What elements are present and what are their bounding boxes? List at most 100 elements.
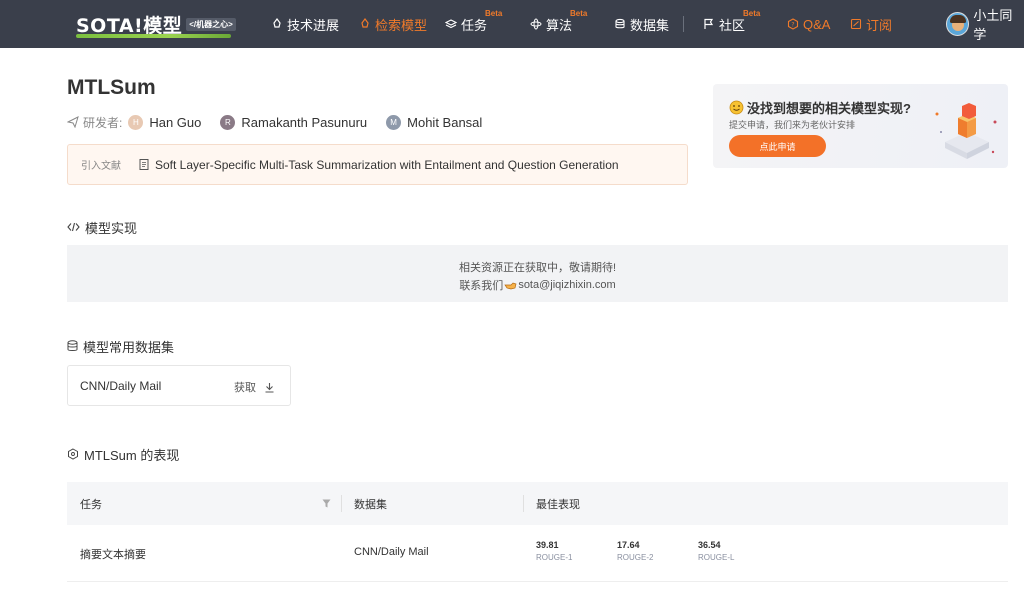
author-item[interactable]: M Mohit Bansal (386, 114, 483, 130)
request-promo-card: 没找到想要的相关模型实现? 提交申请，我们来为老伙计安排 点此申请 (713, 84, 1008, 168)
paper-plane-icon (67, 116, 79, 128)
table-row[interactable]: 摘要文本摘要 CNN/Daily Mail 39.81 ROUGE-1 17.6… (67, 525, 1008, 582)
dataset-cell[interactable]: CNN/Daily Mail (354, 546, 429, 558)
section-title-text: 模型常用数据集 (83, 339, 175, 355)
rocket-icon (361, 18, 369, 28)
datasets-section-title: 模型常用数据集 (67, 338, 175, 355)
nav-label: 订阅 (866, 17, 893, 33)
nav-label: 算法 (546, 17, 573, 33)
metric-item: 17.64 ROUGE-2 (617, 540, 653, 562)
svg-text:?: ? (791, 21, 794, 28)
page-title: MTLSum (67, 76, 156, 99)
top-navbar: SOTA!模型 </机器之心> 技术进展 检索模型 任务 Beta 算法 Bet… (0, 0, 1024, 48)
nav-label: 检索模型 (375, 17, 428, 33)
promo-title-text: 没找到想要的相关模型实现? (747, 101, 911, 116)
pointing-hand-icon (504, 282, 517, 289)
nav-algorithms[interactable]: 算法 (530, 0, 572, 48)
download-icon (265, 382, 274, 393)
database-icon (67, 340, 78, 351)
performance-section-title: MTLSum 的表现 (67, 446, 180, 463)
contact-email-link[interactable]: sota@jiqizhixin.com (518, 279, 615, 291)
code-icon (67, 222, 80, 232)
question-icon: ? (787, 18, 799, 30)
metric-name: ROUGE-1 (536, 553, 573, 562)
atom-icon (530, 18, 542, 30)
document-icon (139, 159, 149, 170)
contact-prefix: 联系我们 (459, 280, 504, 292)
metric-value: 17.64 (617, 540, 640, 550)
beta-badge: Beta (485, 9, 503, 18)
nav-tasks[interactable]: 任务 (445, 0, 487, 48)
rocket-icon (273, 18, 281, 28)
metric-name: ROUGE-2 (617, 553, 654, 562)
citation-box: 引入文献 Soft Layer-Specific Multi-Task Summ… (67, 144, 688, 185)
beta-badge: Beta (743, 9, 761, 18)
dataset-download-button[interactable]: 获取 (234, 379, 275, 395)
citation-link[interactable]: Soft Layer-Specific Multi-Task Summariza… (155, 158, 619, 172)
column-divider (341, 495, 342, 512)
citation-label: 引入文献 (81, 161, 121, 172)
metric-item: 36.54 ROUGE-L (698, 540, 734, 562)
task-cell[interactable]: 摘要文本摘要 (80, 546, 146, 562)
author-item[interactable]: R Ramakanth Pasunuru (220, 114, 368, 130)
nav-qa[interactable]: ? Q&A (787, 0, 830, 48)
filter-icon[interactable] (322, 499, 331, 508)
flag-icon (704, 18, 714, 29)
nav-tech-progress[interactable]: 技术进展 (271, 0, 339, 48)
user-name: 小土同学 (973, 8, 1013, 42)
cube-illustration-icon (935, 103, 997, 159)
author-avatar: R (220, 114, 236, 130)
column-header-best: 最佳表现 (536, 498, 580, 511)
table-header: 任务 数据集 最佳表现 (67, 482, 1008, 525)
column-header-dataset: 数据集 (354, 498, 387, 511)
metric-item: 39.81 ROUGE-1 (536, 540, 572, 562)
apply-button[interactable]: 点此申请 (729, 135, 826, 157)
performance-table: 任务 数据集 最佳表现 摘要文本摘要 CNN/Daily Mail 39.81 … (67, 482, 1008, 582)
beta-badge: Beta (570, 9, 588, 18)
nav-community[interactable]: 社区 (703, 0, 745, 48)
author-name: Mohit Bansal (407, 114, 483, 130)
promo-title: 没找到想要的相关模型实现? (729, 98, 911, 117)
subscribe-icon (850, 18, 862, 30)
nav-datasets[interactable]: 数据集 (614, 0, 669, 48)
avatar (946, 12, 970, 36)
resource-pending-text: 相关资源正在获取中，敬请期待! (458, 262, 617, 274)
dataset-download-label: 获取 (234, 382, 256, 394)
hexagon-icon (68, 448, 78, 460)
metric-value: 39.81 (536, 540, 559, 550)
logo-tag: </机器之心> (186, 17, 236, 31)
column-header-task: 任务 (80, 498, 102, 511)
user-menu[interactable]: 小土同学 (946, 8, 1024, 42)
section-title-text: MTLSum 的表现 (84, 447, 180, 463)
implementation-section-title: 模型实现 (67, 219, 138, 236)
layers-icon (445, 19, 457, 29)
site-logo[interactable]: SOTA!模型 </机器之心> (76, 8, 236, 40)
author-name: Han Guo (149, 114, 202, 130)
nav-label: 任务 (461, 17, 488, 33)
dataset-card[interactable]: CNN/Daily Mail 获取 (67, 365, 291, 406)
database-icon (615, 18, 625, 29)
authors-label: 研发者: (83, 115, 123, 130)
nav-label: 技术进展 (287, 17, 340, 33)
contact-line: 联系我们 sota@jiqizhixin.com (67, 277, 1008, 293)
nav-label: 数据集 (630, 17, 670, 33)
promo-subtitle: 提交申请，我们来为老伙计安排 (729, 120, 856, 130)
implementation-placeholder: 相关资源正在获取中，敬请期待! 联系我们 sota@jiqizhixin.com (67, 245, 1008, 302)
metric-name: ROUGE-L (698, 553, 735, 562)
section-title-text: 模型实现 (85, 220, 138, 236)
author-name: Ramakanth Pasunuru (241, 114, 368, 130)
nav-subscribe[interactable]: 订阅 (850, 0, 892, 48)
nav-label: 社区 (719, 17, 746, 33)
smile-emoji-icon (729, 100, 744, 115)
column-divider (523, 495, 524, 512)
dataset-name: CNN/Daily Mail (80, 379, 162, 393)
logo-grass-decoration (76, 34, 231, 38)
nav-label: Q&A (803, 16, 831, 32)
author-avatar: M (386, 114, 402, 130)
author-item[interactable]: H Han Guo (128, 114, 202, 130)
nav-search-models[interactable]: 检索模型 (359, 0, 427, 48)
nav-divider (683, 16, 684, 32)
authors-row: 研发者: H Han Guo R Ramakanth Pasunuru M Mo… (67, 113, 501, 131)
author-avatar: H (128, 114, 144, 130)
metric-value: 36.54 (698, 540, 721, 550)
